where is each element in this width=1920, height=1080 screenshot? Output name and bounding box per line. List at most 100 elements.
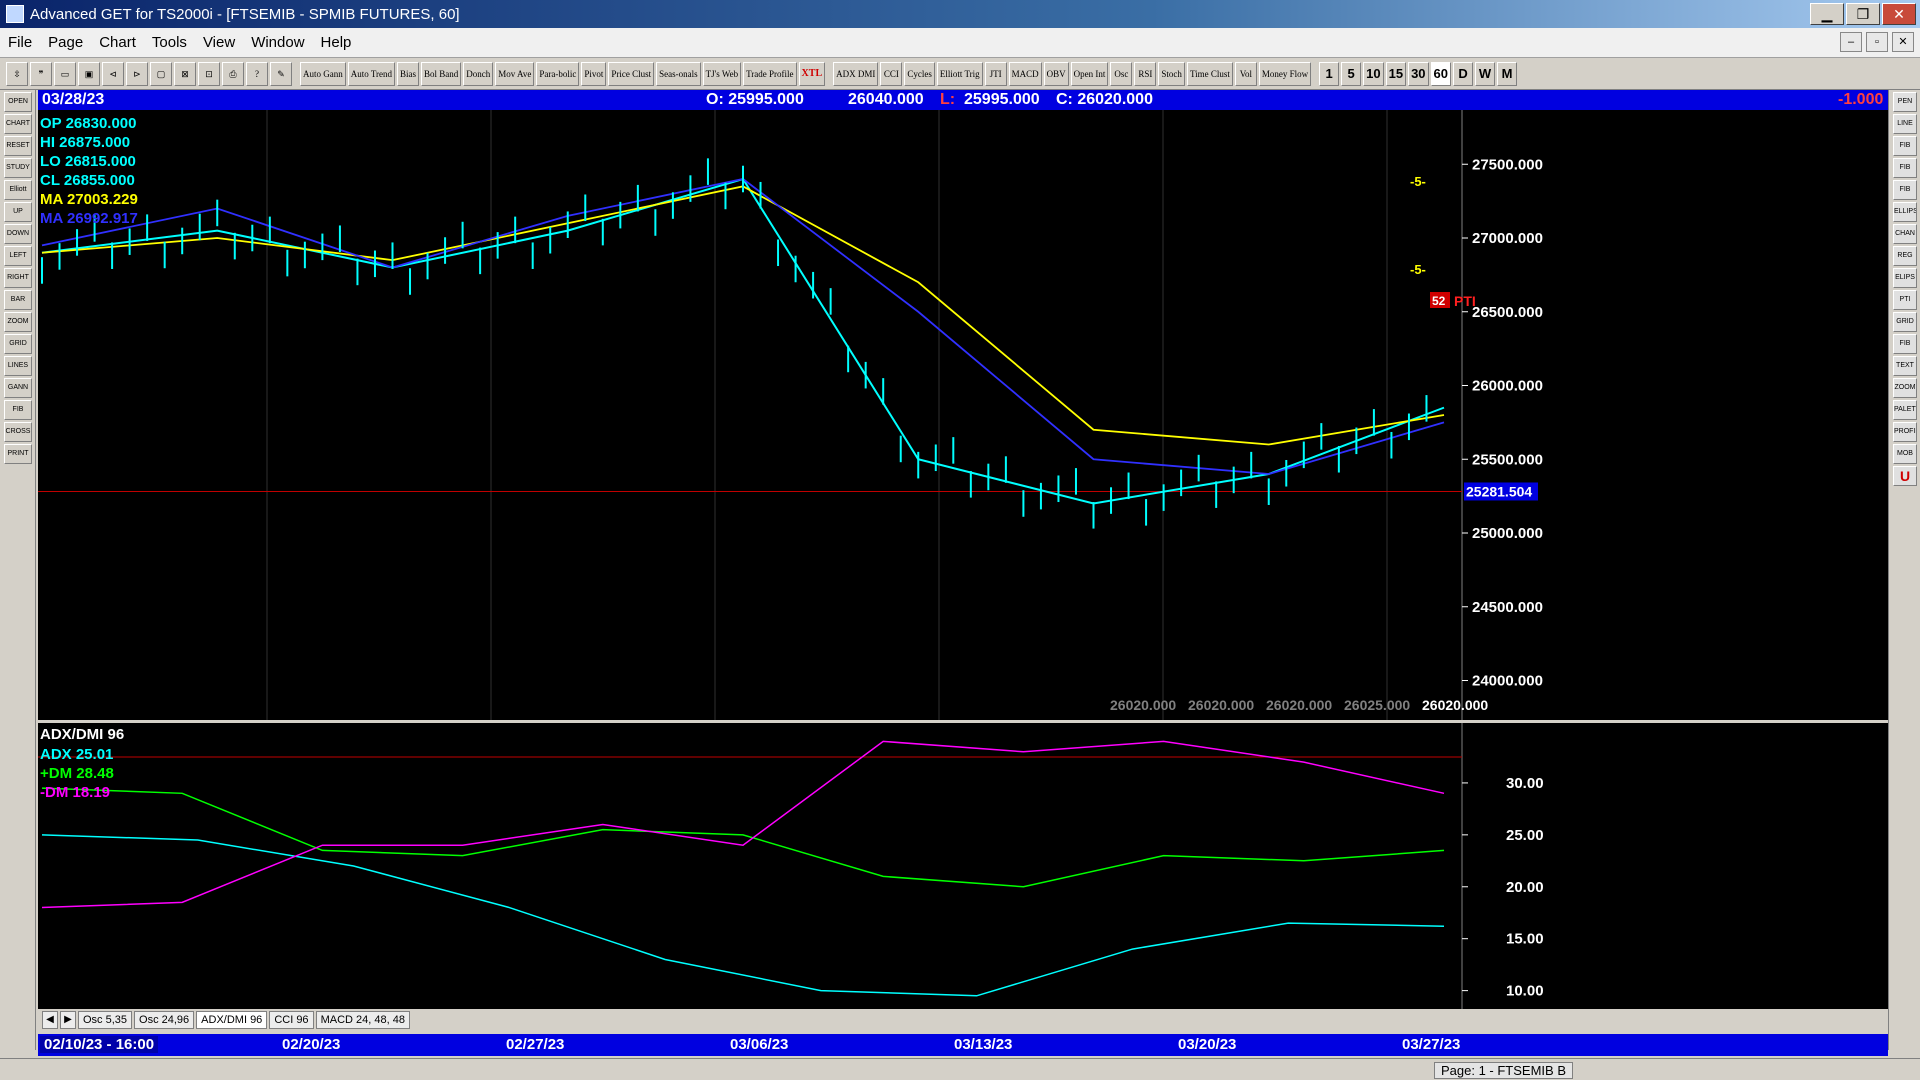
study-button-vol[interactable]: Vol xyxy=(1234,61,1257,86)
left-tool-lines[interactable]: LINES xyxy=(4,356,32,376)
toolbar-icon-button[interactable]: ▣ xyxy=(78,61,100,86)
right-tool-fib-ext[interactable]: FIB EXT xyxy=(1893,158,1917,178)
period-button-15[interactable]: 15 xyxy=(1385,61,1407,86)
study-button-elliott-trig[interactable]: Elliott Trig xyxy=(936,61,983,86)
left-tool-reset[interactable]: RESET xyxy=(4,136,32,156)
right-tool-fib-ret[interactable]: FIB RET xyxy=(1893,136,1917,156)
study-button-osc[interactable]: Osc xyxy=(1110,61,1133,86)
study-button-open-int[interactable]: Open Int xyxy=(1070,61,1109,86)
left-tool-cross[interactable]: CROSS xyxy=(4,422,32,442)
right-tool-pen[interactable]: PEN xyxy=(1893,92,1917,112)
menu-file[interactable]: File xyxy=(0,34,40,51)
tab-next-button[interactable]: ▶ xyxy=(60,1011,76,1029)
right-tool-mob[interactable]: MOB xyxy=(1893,444,1917,464)
period-button-1[interactable]: 1 xyxy=(1319,61,1340,86)
period-button-w[interactable]: W xyxy=(1475,61,1496,86)
mdi-restore-button[interactable]: ▫ xyxy=(1866,32,1888,52)
mdi-minimize-button[interactable]: – xyxy=(1840,32,1862,52)
period-button-60[interactable]: 60 xyxy=(1430,61,1452,86)
study-button-pivot[interactable]: Pivot xyxy=(581,61,607,86)
right-tool-ellipse[interactable]: ELLIPSE xyxy=(1893,202,1917,222)
menu-window[interactable]: Window xyxy=(243,34,312,51)
left-tool-down[interactable]: DOWN xyxy=(4,224,32,244)
left-tool-grid[interactable]: GRID xyxy=(4,334,32,354)
menu-view[interactable]: View xyxy=(195,34,243,51)
right-tool-grid[interactable]: GRID xyxy=(1893,312,1917,332)
left-tool-bar[interactable]: BAR xyxy=(4,290,32,310)
study-button-auto-gann[interactable]: Auto Gann xyxy=(300,61,346,86)
study-button-cci[interactable]: CCI xyxy=(880,61,903,86)
right-tool-fib-time[interactable]: FIB TIME xyxy=(1893,180,1917,200)
left-tool-right[interactable]: RIGHT xyxy=(4,268,32,288)
menu-help[interactable]: Help xyxy=(313,34,360,51)
toolbar-icon-button[interactable]: ⇳ xyxy=(6,61,28,86)
toolbar-icon-button[interactable]: ⎙ xyxy=(222,61,244,86)
toolbar-icon-button[interactable]: ⊲ xyxy=(102,61,124,86)
right-tool-palette[interactable]: PALETTE xyxy=(1893,400,1917,420)
study-button-donch[interactable]: Donch xyxy=(463,61,494,86)
toolbar-icon-button[interactable]: ⊳ xyxy=(126,61,148,86)
tab-prev-button[interactable]: ◀ xyxy=(42,1011,58,1029)
left-tool-elliott[interactable]: Elliott xyxy=(4,180,32,200)
toolbar-icon-button[interactable]: ? xyxy=(246,61,268,86)
menu-chart[interactable]: Chart xyxy=(91,34,144,51)
tab-macd[interactable]: MACD 24, 48, 48 xyxy=(315,1011,410,1029)
mdi-close-button[interactable]: ✕ xyxy=(1892,32,1914,52)
indicator-chart[interactable]: 30.00 25.00 20.00 15.00 10.00 ADX/DMI 96 ADX 2… xyxy=(38,723,1888,1009)
left-tool-fib[interactable]: FIB xyxy=(4,400,32,420)
minimize-button[interactable]: ▁ xyxy=(1810,3,1844,25)
right-tool-u[interactable]: U xyxy=(1893,466,1917,486)
right-tool-reg[interactable]: REG xyxy=(1893,246,1917,266)
period-button-30[interactable]: 30 xyxy=(1408,61,1429,86)
study-button-seas-onals[interactable]: Seas-onals xyxy=(656,61,701,86)
price-chart[interactable]: 27500.000 27000.000 26500.000 26000.000 2550… xyxy=(38,110,1888,720)
maximize-button[interactable]: ❐ xyxy=(1846,3,1880,25)
tab-adx-dmi-96[interactable]: ADX/DMI 96 xyxy=(196,1011,268,1029)
right-tool-text[interactable]: TEXT xyxy=(1893,356,1917,376)
toolbar-icon-button[interactable]: ⊠ xyxy=(174,61,196,86)
left-tool-chart[interactable]: CHART xyxy=(4,114,32,134)
study-button-time-clust[interactable]: Time Clust xyxy=(1186,61,1233,86)
study-button-price-clust[interactable]: Price Clust xyxy=(608,61,655,86)
tab-osc-24-96[interactable]: Osc 24,96 xyxy=(134,1011,195,1029)
left-tool-open[interactable]: OPEN xyxy=(4,92,32,112)
study-button-tj-s-web[interactable]: TJ's Web xyxy=(702,61,742,86)
study-button-stoch[interactable]: Stoch xyxy=(1158,61,1185,86)
right-tool-profile[interactable]: PROFILE xyxy=(1893,422,1917,442)
left-tool-print[interactable]: PRINT xyxy=(4,444,32,464)
study-button-bol-band[interactable]: Bol Band xyxy=(421,61,462,86)
toolbar-icon-button[interactable]: ⊡ xyxy=(198,61,220,86)
period-button-10[interactable]: 10 xyxy=(1363,61,1384,86)
period-button-5[interactable]: 5 xyxy=(1341,61,1362,86)
study-button-trade-profile[interactable]: Trade Profile xyxy=(743,61,797,86)
left-tool-zoom[interactable]: ZOOM xyxy=(4,312,32,332)
study-button-bias[interactable]: Bias xyxy=(397,61,420,86)
study-button-rsi[interactable]: RSI xyxy=(1134,61,1157,86)
toolbar-icon-button[interactable]: ✎ xyxy=(270,61,292,86)
left-tool-gann[interactable]: GANN xyxy=(4,378,32,398)
menu-page[interactable]: Page xyxy=(40,34,91,51)
study-button-jti[interactable]: JTI xyxy=(984,61,1007,86)
study-button-mov-ave[interactable]: Mov Ave xyxy=(495,61,535,86)
study-button-cycles[interactable]: Cycles xyxy=(904,61,935,86)
right-tool-fib[interactable]: FIB xyxy=(1893,334,1917,354)
study-button-obv[interactable]: OBV xyxy=(1043,61,1069,86)
study-button-para-bolic[interactable]: Para-bolic xyxy=(536,61,580,86)
study-button-auto-trend[interactable]: Auto Trend xyxy=(347,61,396,86)
right-tool-chan[interactable]: CHAN xyxy=(1893,224,1917,244)
close-button[interactable]: ✕ xyxy=(1882,3,1916,25)
study-button-adx-dmi[interactable]: ADX DMI xyxy=(833,61,879,86)
right-tool-pti[interactable]: PTI xyxy=(1893,290,1917,310)
left-tool-up[interactable]: UP xyxy=(4,202,32,222)
right-tool-zoom[interactable]: ZOOM xyxy=(1893,378,1917,398)
period-button-d[interactable]: D xyxy=(1453,61,1474,86)
toolbar-icon-button[interactable]: ▭ xyxy=(54,61,76,86)
toolbar-icon-button[interactable]: ❞ xyxy=(30,61,52,86)
menu-tools[interactable]: Tools xyxy=(144,34,195,51)
tab-cci-96[interactable]: CCI 96 xyxy=(269,1011,314,1029)
study-button-xtl[interactable]: XTL xyxy=(798,61,826,86)
period-button-m[interactable]: M xyxy=(1497,61,1518,86)
toolbar-icon-button[interactable]: ▢ xyxy=(150,61,172,86)
left-tool-study[interactable]: STUDY xyxy=(4,158,32,178)
tab-osc-5-35[interactable]: Osc 5,35 xyxy=(78,1011,133,1029)
